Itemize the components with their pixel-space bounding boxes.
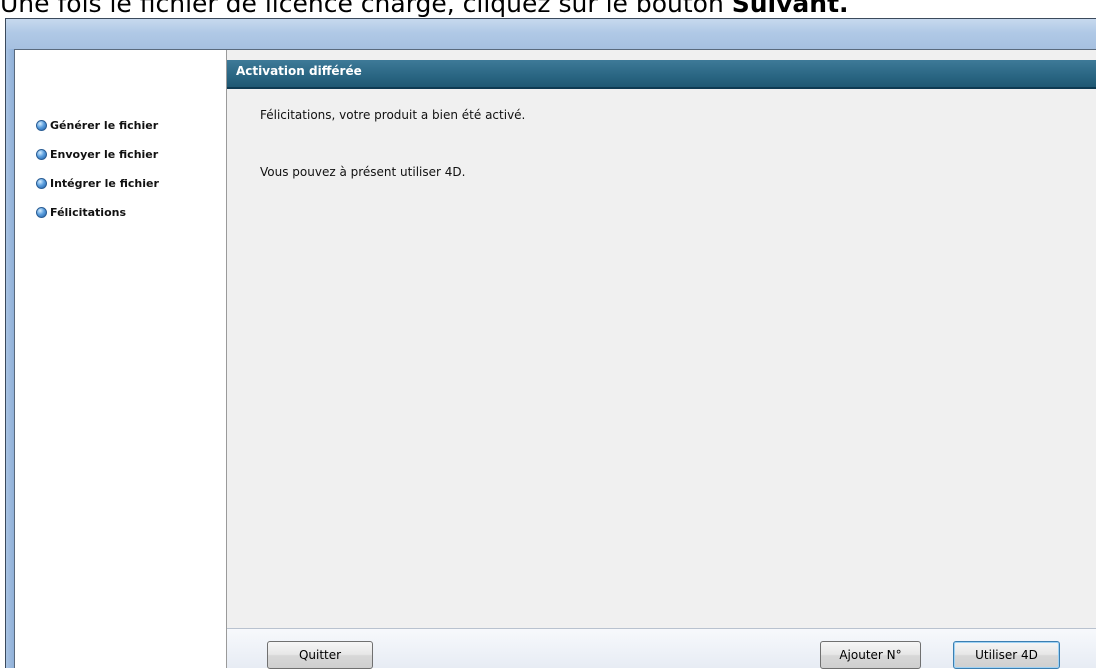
ready-message: Vous pouvez à présent utiliser 4D. [260, 165, 466, 179]
quit-button[interactable]: Quitter [267, 641, 373, 669]
step-congratulations: Félicitations [36, 198, 159, 227]
step-bullet-icon [36, 120, 47, 131]
window-frame-left [6, 49, 14, 668]
button-bar: Quitter Ajouter N° Utiliser 4D [227, 628, 1096, 669]
steps-sidebar: Générer le fichier Envoyer le fichier In… [15, 50, 227, 668]
instruction-caption: Une fois le fichier de licence chargé, c… [0, 0, 1096, 19]
step-integrate-file: Intégrer le fichier [36, 169, 159, 198]
success-message: Félicitations, votre produit a bien été … [260, 108, 526, 122]
steps-list: Générer le fichier Envoyer le fichier In… [36, 111, 159, 227]
step-generate-file: Générer le fichier [36, 111, 159, 140]
use-4d-button[interactable]: Utiliser 4D [953, 641, 1060, 669]
add-number-button[interactable]: Ajouter N° [820, 641, 921, 669]
step-label: Envoyer le fichier [50, 148, 159, 161]
step-bullet-icon [36, 178, 47, 189]
wizard-window: Générer le fichier Envoyer le fichier In… [5, 18, 1096, 669]
wizard-client-area: Générer le fichier Envoyer le fichier In… [14, 49, 1096, 669]
step-bullet-icon [36, 207, 47, 218]
step-label: Intégrer le fichier [50, 177, 159, 190]
step-send-file: Envoyer le fichier [36, 140, 159, 169]
step-label: Félicitations [50, 206, 127, 219]
window-titlebar[interactable] [6, 19, 1096, 49]
caption-text: Une fois le fichier de licence chargé, c… [0, 0, 732, 18]
step-bullet-icon [36, 149, 47, 160]
caption-bold-text: Suivant. [731, 0, 849, 18]
step-label: Générer le fichier [50, 119, 159, 132]
section-header: Activation différée [227, 60, 1096, 89]
content-panel: Félicitations, votre produit a bien été … [227, 89, 1096, 625]
section-title: Activation différée [236, 64, 362, 78]
